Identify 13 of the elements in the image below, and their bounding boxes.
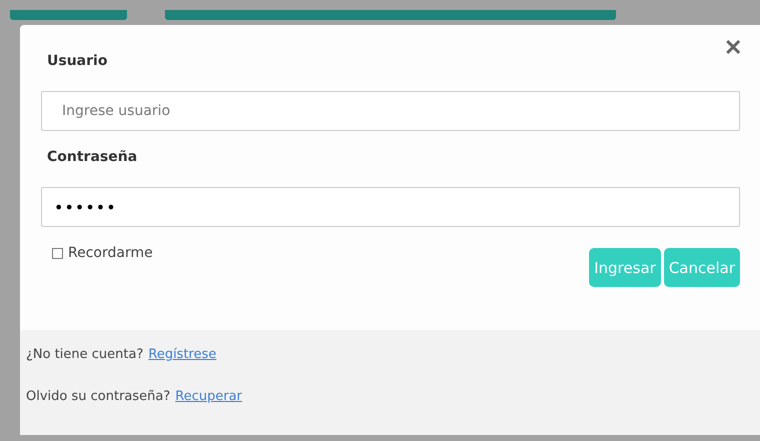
password-label: Contraseña xyxy=(47,149,138,165)
password-field[interactable]: •••••• xyxy=(41,187,740,227)
cancel-button[interactable]: Cancelar xyxy=(664,248,740,287)
close-button[interactable]: ✕ xyxy=(724,37,742,59)
username-field[interactable]: Ingrese usuario xyxy=(41,91,740,131)
footer-link[interactable]: Regístrese xyxy=(148,347,216,362)
footer-text: ¿No tiene cuenta? xyxy=(26,347,144,362)
remember-checkbox[interactable] xyxy=(52,248,63,258)
remember-label: Recordarme xyxy=(68,245,153,261)
login-button[interactable]: Ingresar xyxy=(589,248,661,287)
username-label: Usuario xyxy=(47,53,108,69)
footer-link[interactable]: Recuperar xyxy=(175,389,242,404)
footer-text: Olvido su contraseña? xyxy=(26,389,170,404)
